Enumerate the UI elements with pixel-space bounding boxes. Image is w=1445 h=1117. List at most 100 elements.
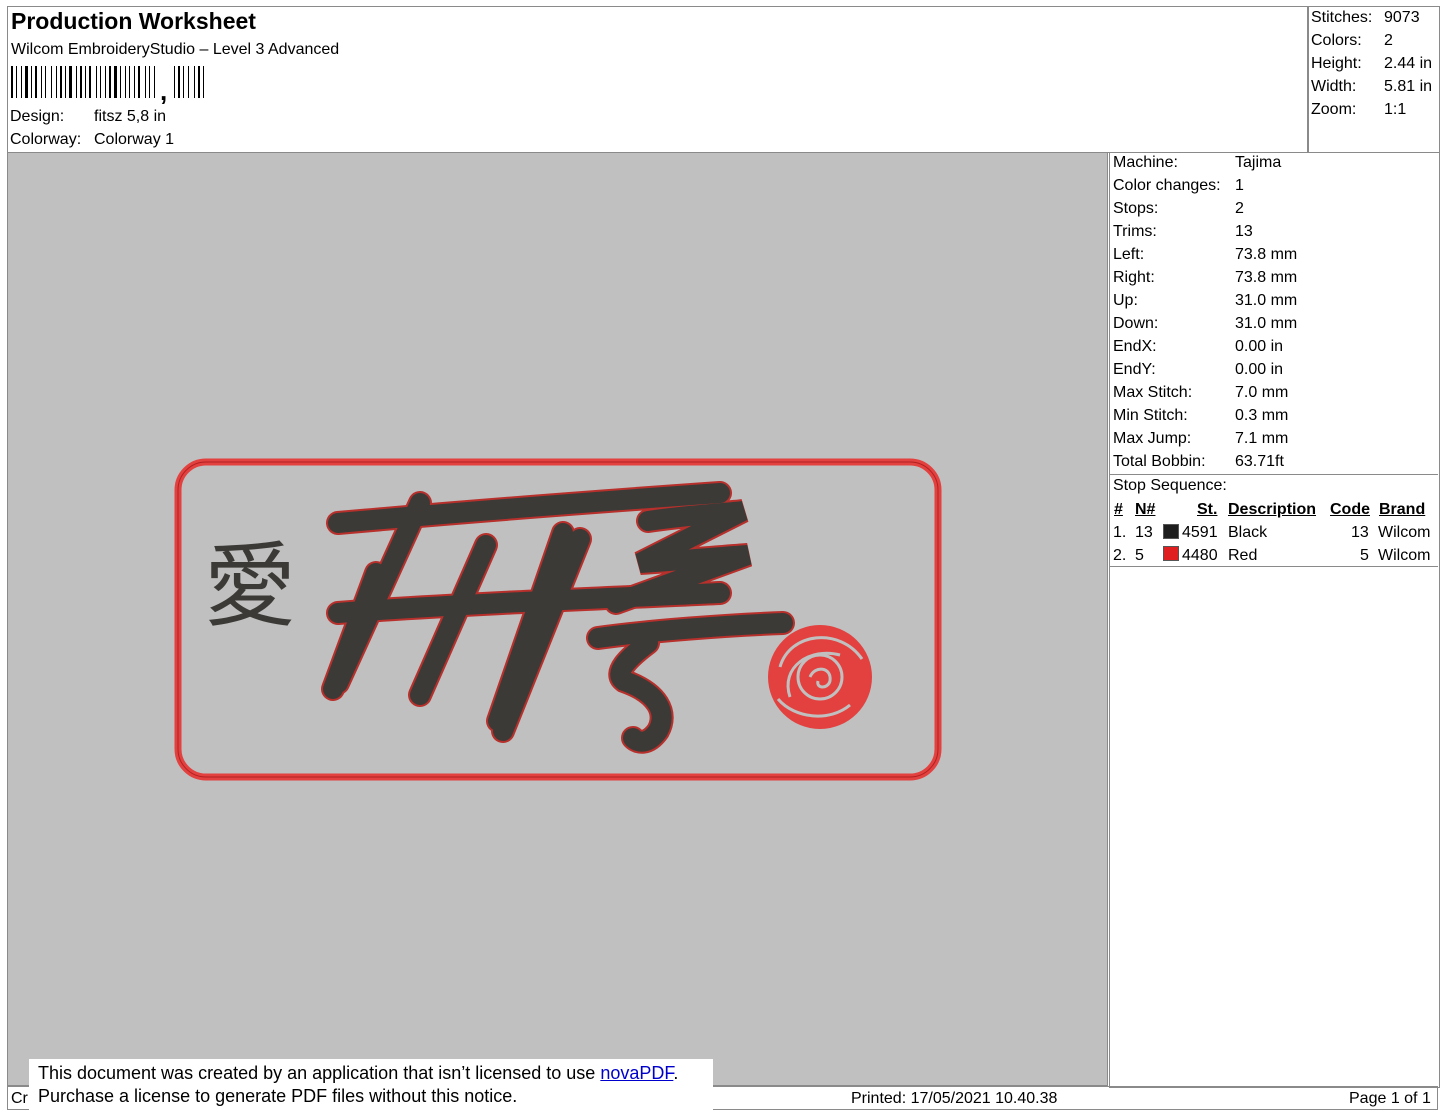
machine-info-value: 0.3 mm [1235,407,1289,424]
barcode-bar [31,66,32,98]
separator [1110,474,1438,475]
seq-n: 13 [1135,524,1153,541]
machine-info-label: Color changes: [1113,177,1221,194]
seq-num: 1. [1113,524,1127,541]
thread-swatch-black [1163,524,1179,539]
barcode-bar [178,66,180,98]
seq-brand: Wilcom [1378,524,1431,541]
colorway-value: Colorway 1 [94,131,175,148]
barcode-bar [11,66,13,98]
summary-label: Zoom: [1311,101,1357,118]
barcode-bar [198,66,200,98]
summary-value: 2 [1384,32,1393,49]
seq-desc: Black [1228,524,1268,541]
machine-info-value: 2 [1235,200,1244,217]
barcode-bar [65,66,66,98]
machine-info-value: 7.1 mm [1235,430,1289,447]
machine-info-value: 0.00 in [1235,361,1284,378]
barcode-bar [149,66,150,98]
notice-text: This document was created by an applicat… [38,1063,601,1083]
machine-info-label: Down: [1113,315,1159,332]
colorway-label: Colorway: [10,131,82,148]
barcode-bar [69,66,72,98]
machine-info-label: Stops: [1113,200,1159,217]
machine-info-value: 73.8 mm [1235,246,1298,263]
col-header-code: Code [1330,501,1370,518]
barcode-bar [25,66,28,98]
machine-info-value: 73.8 mm [1235,269,1298,286]
seq-desc: Red [1228,547,1258,564]
barcode-bar [183,66,184,98]
barcode-bar [194,66,195,98]
barcode-bar [114,66,117,98]
machine-info-label: EndY: [1113,361,1156,378]
seq-n: 5 [1135,547,1144,564]
software-name: Wilcom EmbroideryStudio – Level 3 Advanc… [11,41,340,58]
seq-num: 2. [1113,547,1127,564]
barcode-bar [45,66,46,98]
barcode-bar [174,66,175,98]
barcode-bar [145,66,146,98]
summary-value: 2.44 in [1384,55,1433,72]
page-number: Page 1 of 1 [1349,1090,1431,1107]
barcode-bar [16,66,17,98]
seq-st: 4480 [1182,547,1218,564]
barcode-bar [125,66,126,98]
machine-info-list: Machine: Tajima Color changes: 1 Stops: 2 Trim… [1113,154,1433,476]
machine-info-value: 7.0 mm [1235,384,1289,401]
summary-list: Stitches: 9073 Colors: 2 Height: 2.44 in Wi… [1311,9,1436,129]
summary-label: Stitches: [1311,9,1373,26]
barcode-bar [96,66,97,98]
col-header-num: # [1114,501,1123,518]
barcode-bar [41,66,42,98]
fitsz-lettering [321,481,795,754]
stop-sequence-title: Stop Sequence: [1113,477,1227,494]
barcode-bar [56,66,57,98]
machine-info-value: Tajima [1235,154,1282,171]
machine-info-value: 31.0 mm [1235,315,1298,332]
summary-value: 9073 [1384,9,1420,26]
barcode-bar [203,66,204,98]
machine-info-value: 1 [1235,177,1244,194]
barcode-bar [188,66,189,98]
summary-label: Height: [1311,55,1362,72]
machine-info-label: EndX: [1113,338,1157,355]
barcode-bar [51,66,52,98]
barcode-suffix: , [160,76,168,106]
barcode-bar [85,66,86,98]
col-header-n: N# [1135,501,1156,518]
summary-value: 5.81 in [1384,78,1433,95]
design-preview: 愛 [7,152,1108,1086]
barcode-bar [21,66,22,98]
machine-info-label: Machine: [1113,154,1178,171]
page-title: Production Worksheet [11,8,256,34]
col-header-desc: Description [1228,501,1317,518]
machine-info-label: Right: [1113,269,1155,286]
barcode-bar [154,66,155,98]
machine-info-label: Min Stitch: [1113,407,1188,424]
notice-period: . [673,1063,679,1083]
barcode-bar [60,66,62,98]
barcode-bar [134,66,135,98]
machine-info-value: 31.0 mm [1235,292,1298,309]
barcode-bar [80,66,82,98]
barcode-bar [138,66,140,98]
machine-info-value: 63.71ft [1235,453,1284,470]
summary-label: Width: [1311,78,1357,95]
machine-info-label: Trims: [1113,223,1157,240]
seq-brand: Wilcom [1378,547,1431,564]
col-header-st: St. [1197,501,1218,518]
separator [1110,566,1438,567]
seq-code: 13 [1351,524,1369,541]
notice-line-1: This document was created by an applicat… [38,1062,713,1085]
embroidery-design [174,458,942,781]
machine-info-label: Total Bobbin: [1113,453,1206,470]
novapdf-link[interactable]: novaPDF [600,1063,673,1083]
seq-st: 4591 [1182,524,1218,541]
machine-info-value: 13 [1235,223,1253,240]
machine-info-label: Max Jump: [1113,430,1192,447]
barcode-bar [129,66,130,98]
rose-motif [768,625,872,729]
machine-info-value: 0.00 in [1235,338,1284,355]
machine-info-label: Up: [1113,292,1138,309]
